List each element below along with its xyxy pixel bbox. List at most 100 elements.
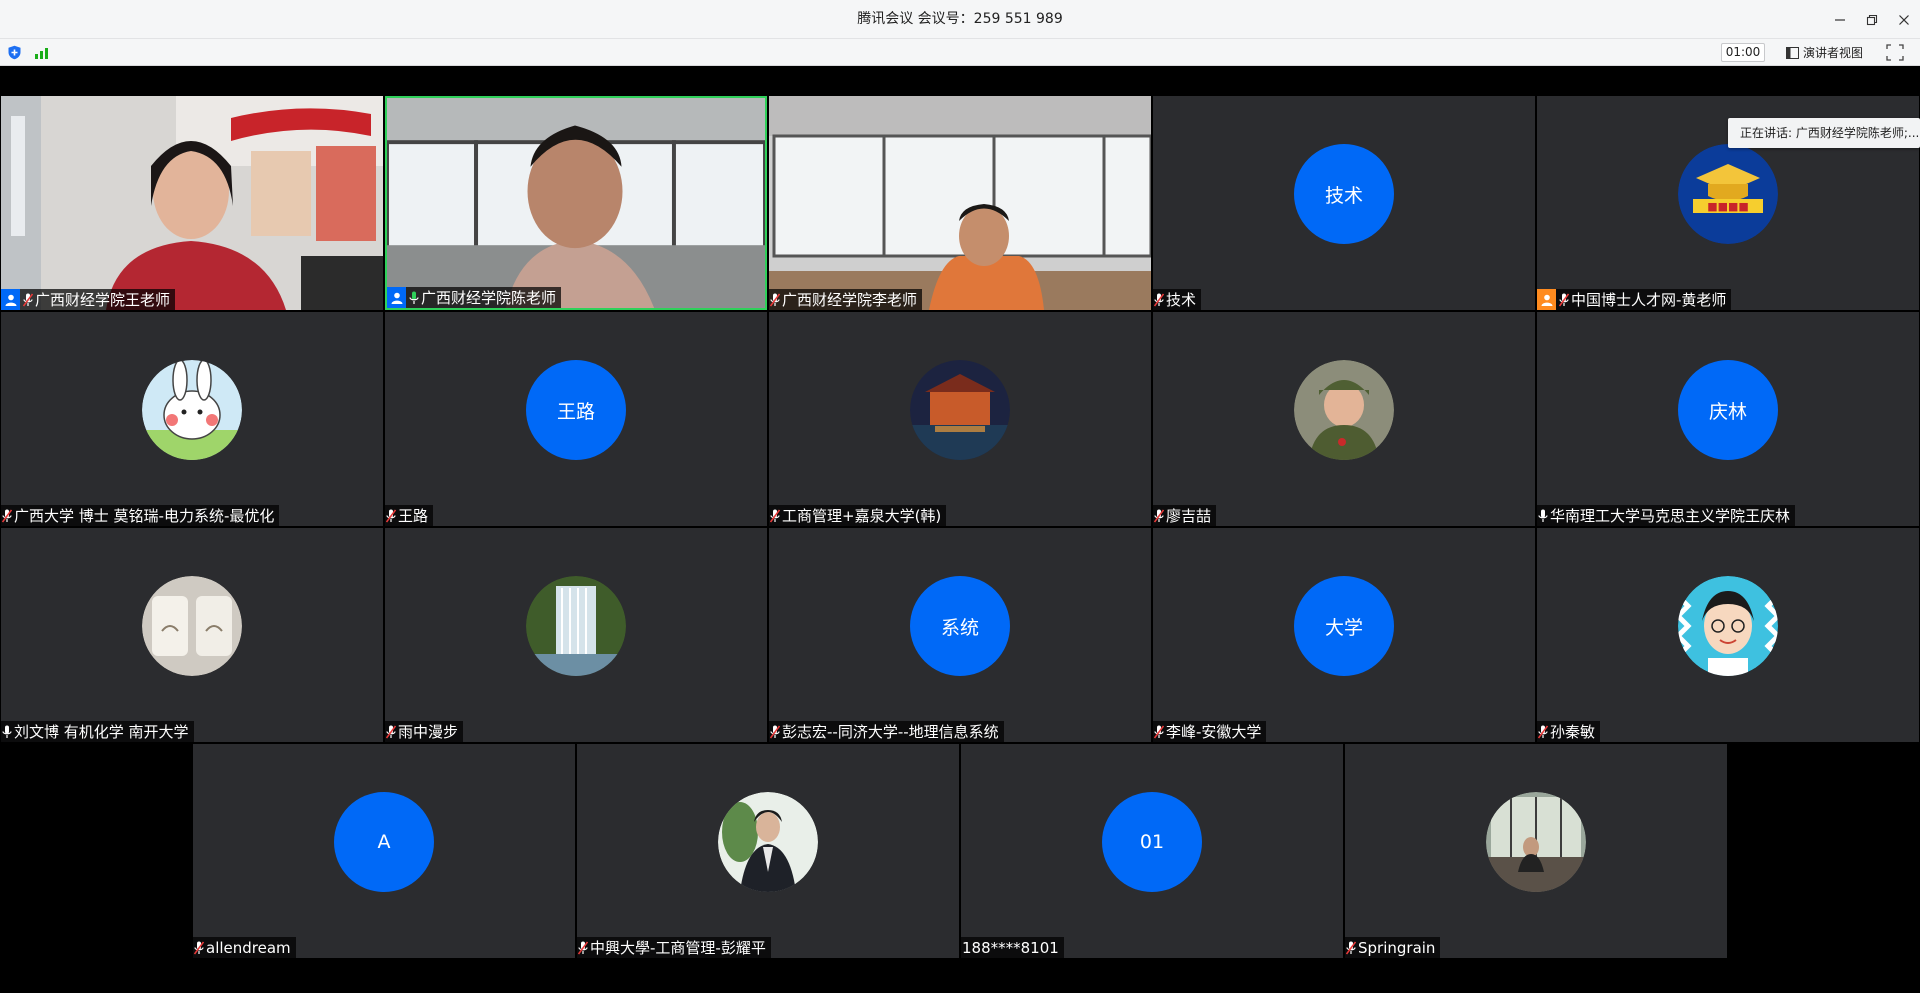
participant-nameplate: allendream — [193, 937, 296, 958]
window-title: 腾讯会议 会议号：259 551 989 — [857, 11, 1063, 27]
participant-avatar-image — [1294, 360, 1394, 460]
speaker-view-label: 演讲者视图 — [1803, 46, 1864, 60]
host-user-icon — [391, 292, 402, 304]
participant-tile[interactable]: 工商管理+嘉泉大学(韩) — [769, 312, 1151, 526]
participant-nameplate: 188****8101 — [961, 937, 1064, 958]
mic-on-icon — [409, 291, 419, 304]
mic-muted-icon — [770, 293, 780, 306]
participant-name: Springrain — [1358, 938, 1436, 957]
participant-nameplate: 刘文博 有机化学 南开大学 — [1, 721, 194, 742]
mic-icon — [2, 725, 12, 738]
participant-tile[interactable]: 雨中漫步 — [385, 528, 767, 742]
participant-name: 工商管理+嘉泉大学(韩) — [782, 507, 942, 525]
participant-tile[interactable]: 中興大學-工商管理-彭耀平 — [577, 744, 959, 958]
restore-button[interactable] — [1856, 0, 1888, 39]
participant-nameplate: 工商管理+嘉泉大学(韩) — [769, 505, 947, 526]
participant-avatar-image — [718, 792, 818, 892]
participant-name: 广西财经学院王老师 — [35, 291, 171, 309]
mic-muted-icon — [1154, 725, 1164, 738]
participant-name: 广西大学 博士 莫铭瑞-电力系统-最优化 — [14, 507, 275, 525]
participant-tile[interactable]: 系统彭志宏--同济大学--地理信息系统 — [769, 528, 1151, 742]
participant-avatar: 大学 — [1294, 576, 1394, 676]
participant-name: 雨中漫步 — [398, 723, 459, 741]
participant-tile[interactable]: 孙秦敏 — [1537, 528, 1919, 742]
participant-name: 技术 — [1166, 291, 1197, 309]
meeting-timer: 01:00 — [1721, 43, 1765, 62]
minimize-button[interactable] — [1824, 0, 1856, 39]
participant-nameplate: 中興大學-工商管理-彭耀平 — [577, 937, 771, 958]
participant-nameplate: 华南理工大学马克思主义学院王庆林 — [1537, 505, 1796, 526]
participant-tile[interactable]: 广西财经学院王老师 — [1, 96, 383, 310]
mic-muted-icon — [1346, 941, 1356, 954]
participant-avatar-image — [910, 360, 1010, 460]
layout-icon — [1786, 46, 1799, 59]
participant-tile[interactable]: 01 188****8101 — [961, 744, 1343, 958]
mic-muted-icon — [1154, 293, 1164, 306]
restore-icon — [1866, 14, 1878, 25]
mic-muted-icon — [23, 293, 33, 306]
mic-muted-icon — [1538, 725, 1548, 738]
participant-avatar: 王路 — [526, 360, 626, 460]
participant-avatar-image: ■■■■ — [1678, 144, 1778, 244]
fullscreen-icon[interactable] — [1886, 44, 1904, 61]
participant-tile[interactable]: 刘文博 有机化学 南开大学 — [1, 528, 383, 742]
participant-tile[interactable]: 广西大学 博士 莫铭瑞-电力系统-最优化 — [1, 312, 383, 526]
meeting-toolbar: 01:00 演讲者视图 — [0, 39, 1920, 66]
participant-nameplate: 雨中漫步 — [385, 721, 464, 742]
participant-video — [769, 96, 1151, 310]
participant-name: 刘文博 有机化学 南开大学 — [14, 723, 189, 741]
speaker-view-button[interactable]: 演讲者视图 — [1786, 43, 1863, 62]
participant-nameplate: 彭志宏--同济大学--地理信息系统 — [769, 721, 1004, 742]
participant-avatar-image — [142, 576, 242, 676]
host-user-icon — [1541, 294, 1552, 306]
speaking-indicator: 正在讲话: 广西财经学院陈老师;... — [1728, 118, 1920, 148]
mic-muted-icon — [194, 941, 204, 954]
participant-nameplate: 广西财经学院李老师 — [769, 289, 923, 310]
participant-tile[interactable]: 王路 王路 — [385, 312, 767, 526]
participant-name: 188****8101 — [962, 938, 1059, 957]
svg-text:■■■■: ■■■■ — [1707, 200, 1749, 213]
participant-avatar: 庆林 — [1678, 360, 1778, 460]
host-badge — [1, 289, 20, 310]
participant-tile[interactable]: 广西财经学院李老师 — [769, 96, 1151, 310]
close-button[interactable] — [1888, 0, 1920, 39]
participant-avatar-image — [526, 576, 626, 676]
participant-avatar: 技术 — [1294, 144, 1394, 244]
participant-tile[interactable]: 庆林华南理工大学马克思主义学院王庆林 — [1537, 312, 1919, 526]
participant-avatar: A — [334, 792, 434, 892]
mic-muted-icon — [770, 509, 780, 522]
participant-nameplate: 广西大学 博士 莫铭瑞-电力系统-最优化 — [1, 505, 280, 526]
participant-name: 广西财经学院李老师 — [782, 291, 918, 309]
participant-tile[interactable]: Springrain — [1345, 744, 1727, 958]
participant-avatar: 系统 — [910, 576, 1010, 676]
network-signal-icon[interactable] — [35, 46, 51, 59]
participant-name: 彭志宏--同济大学--地理信息系统 — [782, 723, 999, 741]
participant-name: 中国博士人才网-黄老师 — [1571, 291, 1727, 309]
host-badge — [1537, 289, 1556, 310]
minimize-icon — [1835, 18, 1845, 21]
participant-video — [387, 98, 765, 308]
participant-tile[interactable]: 大学李峰-安徽大学 — [1153, 528, 1535, 742]
participant-tile[interactable]: 廖吉喆 — [1153, 312, 1535, 526]
participant-nameplate: 广西财经学院陈老师 — [387, 287, 562, 308]
participant-nameplate: Springrain — [1345, 937, 1441, 958]
participant-name: 中興大學-工商管理-彭耀平 — [590, 939, 766, 957]
participant-tile[interactable]: Aallendream — [193, 744, 575, 958]
participant-nameplate: 李峰-安徽大学 — [1153, 721, 1267, 742]
participant-nameplate: 广西财经学院王老师 — [1, 289, 176, 310]
participant-nameplate: 技术 — [1153, 289, 1202, 310]
participant-nameplate: 中国博士人才网-黄老师 — [1537, 289, 1732, 310]
host-user-icon — [5, 294, 16, 306]
participant-name: 李峰-安徽大学 — [1166, 723, 1262, 741]
participant-avatar-image — [142, 360, 242, 460]
participant-name: 廖吉喆 — [1166, 507, 1212, 525]
mic-muted-icon — [386, 725, 396, 738]
participant-name: 王路 — [398, 507, 429, 525]
participant-avatar: 01 — [1102, 792, 1202, 892]
mic-muted-icon — [770, 725, 780, 738]
participant-tile[interactable]: 技术 技术 — [1153, 96, 1535, 310]
mic-muted-icon — [1559, 293, 1569, 306]
security-shield-icon[interactable] — [7, 45, 22, 60]
participant-tile[interactable]: 广西财经学院陈老师 — [385, 96, 767, 310]
participant-avatar-image — [1486, 792, 1586, 892]
